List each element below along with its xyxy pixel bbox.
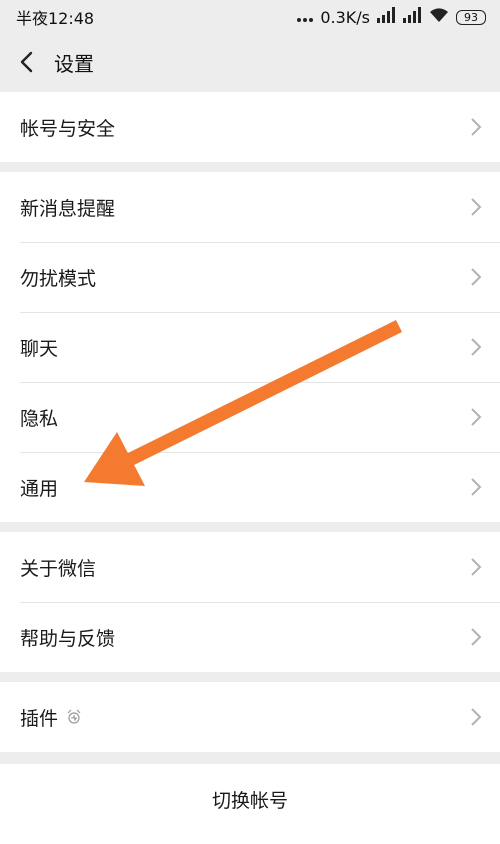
settings-item-label: 关于微信 bbox=[20, 557, 97, 580]
settings-item-chat[interactable]: 聊天 bbox=[0, 312, 500, 382]
page-title: 设置 bbox=[54, 51, 94, 76]
battery-icon: 93 bbox=[456, 9, 486, 25]
chevron-right-icon bbox=[471, 338, 482, 356]
chevron-right-icon bbox=[471, 478, 482, 496]
settings-item-help-feedback[interactable]: 帮助与反馈 bbox=[0, 602, 500, 672]
chevron-right-icon bbox=[471, 708, 482, 726]
switch-account-section: 切换帐号 bbox=[0, 764, 500, 844]
chevron-right-icon bbox=[471, 118, 482, 136]
settings-item-label: 新消息提醒 bbox=[20, 197, 116, 220]
settings-item-account-security[interactable]: 帐号与安全 bbox=[0, 92, 500, 162]
nav-bar: 设置 bbox=[0, 34, 500, 90]
chevron-right-icon bbox=[471, 408, 482, 426]
status-bar: 半夜12:48 0.3K/s 93 bbox=[0, 0, 500, 34]
settings-item-notifications[interactable]: 新消息提醒 bbox=[0, 172, 500, 242]
switch-account-button[interactable]: 切换帐号 bbox=[212, 786, 288, 844]
settings-item-label: 聊天 bbox=[20, 337, 59, 360]
group-account: 帐号与安全 bbox=[0, 92, 500, 162]
settings-item-label: 帮助与反馈 bbox=[20, 627, 116, 650]
settings-item-privacy[interactable]: 隐私 bbox=[0, 382, 500, 452]
group-main: 新消息提醒 勿扰模式 聊天 隐私 通用 bbox=[0, 172, 500, 522]
chevron-right-icon bbox=[471, 558, 482, 576]
status-right: 0.3K/s 93 bbox=[296, 7, 486, 27]
settings-item-about[interactable]: 关于微信 bbox=[0, 532, 500, 602]
settings-item-label: 通用 bbox=[20, 477, 59, 500]
settings-item-label: 隐私 bbox=[20, 407, 59, 430]
status-time: 半夜12:48 bbox=[16, 9, 95, 28]
settings-item-label: 插件 bbox=[20, 707, 59, 730]
settings-item-plugins[interactable]: 插件 bbox=[0, 682, 500, 752]
settings-item-label: 帐号与安全 bbox=[20, 117, 116, 140]
chevron-right-icon bbox=[471, 198, 482, 216]
back-button[interactable] bbox=[14, 42, 38, 82]
group-plugins: 插件 bbox=[0, 682, 500, 752]
signal-icon bbox=[376, 7, 396, 27]
plugin-icon bbox=[67, 709, 81, 724]
chevron-left-icon bbox=[20, 51, 33, 73]
dots-icon bbox=[296, 8, 314, 27]
group-about: 关于微信 帮助与反馈 bbox=[0, 532, 500, 672]
wifi-icon bbox=[428, 7, 450, 27]
net-speed: 0.3K/s bbox=[320, 7, 370, 27]
signal-icon-2 bbox=[402, 7, 422, 27]
chevron-right-icon bbox=[471, 268, 482, 286]
settings-item-do-not-disturb[interactable]: 勿扰模式 bbox=[0, 242, 500, 312]
settings-item-general[interactable]: 通用 bbox=[0, 452, 500, 522]
settings-item-label: 勿扰模式 bbox=[20, 267, 97, 290]
chevron-right-icon bbox=[471, 628, 482, 646]
